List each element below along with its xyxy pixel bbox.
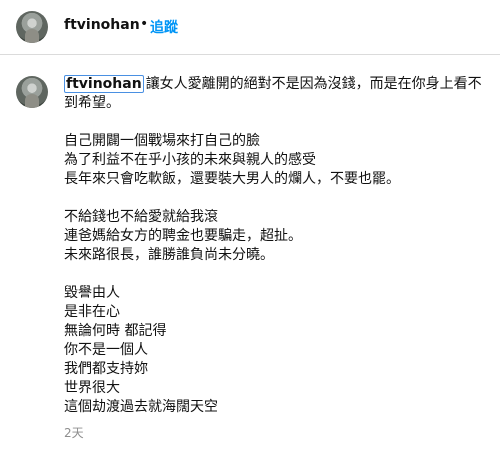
separator-dot: • <box>140 16 149 32</box>
caption-paragraph-3: 毀譽由人 是非在心 無論何時 都記得 你不是一個人 我們都支持妳 世界很大 這個… <box>64 284 484 417</box>
caption-line: 你不是一個人 <box>64 342 148 358</box>
author-username[interactable]: ftvinohan <box>64 17 140 33</box>
caption-line: 無論何時 都記得 <box>64 323 167 339</box>
caption-line: 自己開闢一個戰場來打自己的臉 <box>64 133 260 149</box>
comment-avatar[interactable] <box>16 76 48 108</box>
caption-first-line: ftvinohan 讓女人愛離開的絕對不是因為沒錢，而是在你身上看不到希望。 <box>64 75 484 113</box>
caption-line: 不給錢也不給愛就給我滾 <box>64 209 218 225</box>
caption-line: 為了利益不在乎小孩的未來與親人的感受 <box>64 152 316 168</box>
caption-line: 長年來只會吃軟飯，還要裝大男人的爛人，不要也罷。 <box>64 171 400 187</box>
post-timestamp[interactable]: 2天 <box>64 424 84 441</box>
caption-line: 毀譽由人 <box>64 285 120 301</box>
caption-line: 我們都支持妳 <box>64 361 148 377</box>
caption-line: 未來路很長，誰勝誰負尚未分曉。 <box>64 247 274 263</box>
caption-paragraph-1: 自己開闢一個戰場來打自己的臉 為了利益不在乎小孩的未來與親人的感受 長年來只會吃… <box>64 132 484 189</box>
caption-username[interactable]: ftvinohan <box>64 75 144 93</box>
caption-paragraph-2: 不給錢也不給愛就給我滾 連爸媽給女方的聘金也要騙走，超扯。 未來路很長，誰勝誰負… <box>64 208 484 265</box>
caption: ftvinohan 讓女人愛離開的絕對不是因為沒錢，而是在你身上看不到希望。 自己… <box>64 75 484 417</box>
caption-line: 這個劫渡過去就海闊天空 <box>64 399 218 415</box>
caption-line: 是非在心 <box>64 304 120 320</box>
author-avatar[interactable] <box>16 11 48 43</box>
post-header: ftvinohan • 追蹤 <box>0 0 500 55</box>
follow-button[interactable]: 追蹤 <box>150 17 178 37</box>
caption-line: 連爸媽給女方的聘金也要騙走，超扯。 <box>64 228 302 244</box>
caption-line: 世界很大 <box>64 380 120 396</box>
